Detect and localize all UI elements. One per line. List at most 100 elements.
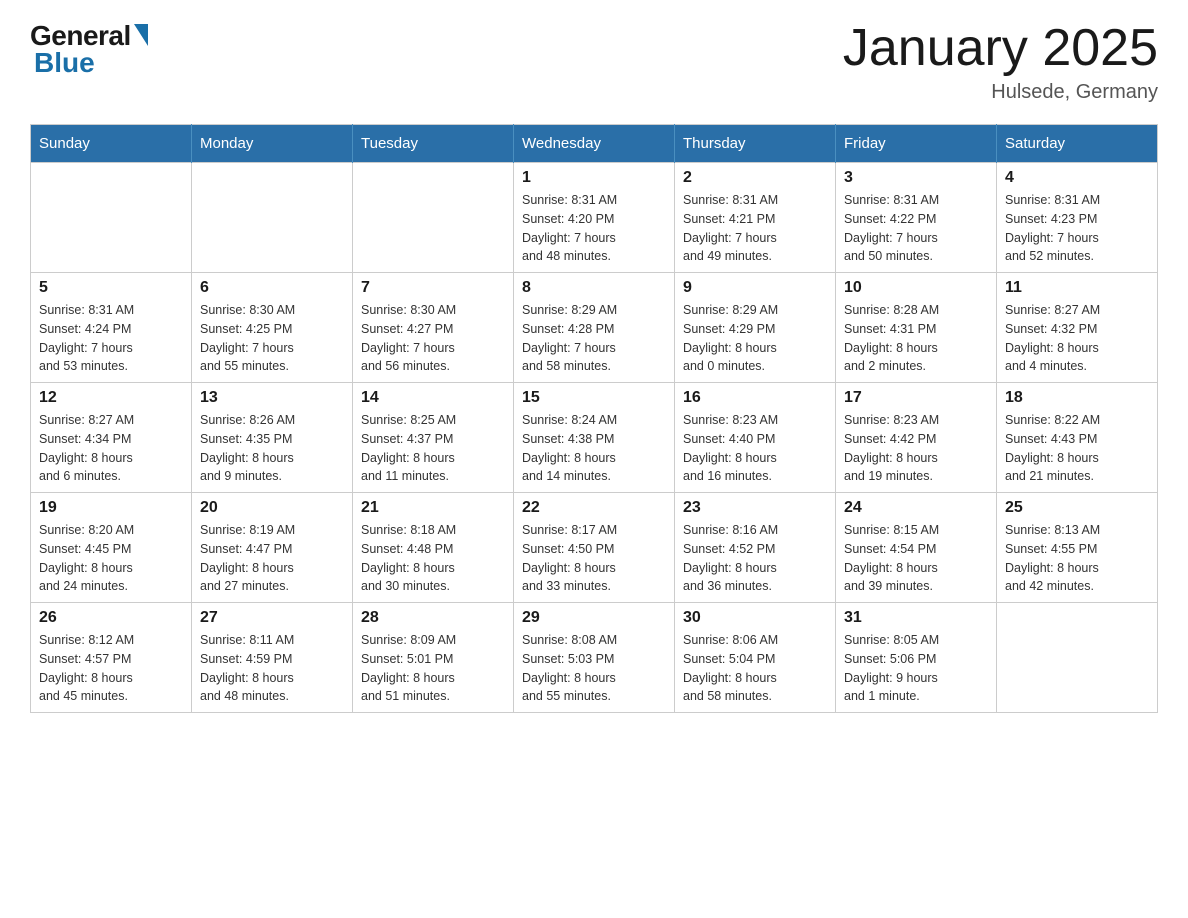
calendar-cell: 24 Sunrise: 8:15 AMSunset: 4:54 PMDayligh…	[836, 493, 997, 603]
day-number: 19	[39, 499, 183, 517]
title-section: January 2025 Hulsede, Germany	[843, 20, 1158, 104]
day-info: Sunrise: 8:23 AMSunset: 4:40 PMDaylight:…	[683, 411, 827, 486]
day-number: 3	[844, 169, 988, 187]
day-info: Sunrise: 8:31 AMSunset: 4:22 PMDaylight:…	[844, 191, 988, 266]
day-info: Sunrise: 8:09 AMSunset: 5:01 PMDaylight:…	[361, 631, 505, 706]
day-info: Sunrise: 8:19 AMSunset: 4:47 PMDaylight:…	[200, 521, 344, 596]
day-info: Sunrise: 8:16 AMSunset: 4:52 PMDaylight:…	[683, 521, 827, 596]
day-number: 24	[844, 499, 988, 517]
day-info: Sunrise: 8:31 AMSunset: 4:23 PMDaylight:…	[1005, 191, 1149, 266]
day-of-week-header: Saturday	[997, 125, 1158, 163]
calendar-cell: 28 Sunrise: 8:09 AMSunset: 5:01 PMDayligh…	[353, 603, 514, 713]
day-number: 7	[361, 279, 505, 297]
calendar-cell: 4 Sunrise: 8:31 AMSunset: 4:23 PMDaylight…	[997, 163, 1158, 273]
day-of-week-header: Tuesday	[353, 125, 514, 163]
day-info: Sunrise: 8:28 AMSunset: 4:31 PMDaylight:…	[844, 301, 988, 376]
day-number: 27	[200, 609, 344, 627]
day-number: 8	[522, 279, 666, 297]
day-info: Sunrise: 8:30 AMSunset: 4:25 PMDaylight:…	[200, 301, 344, 376]
day-number: 20	[200, 499, 344, 517]
day-info: Sunrise: 8:06 AMSunset: 5:04 PMDaylight:…	[683, 631, 827, 706]
day-number: 10	[844, 279, 988, 297]
day-number: 18	[1005, 389, 1149, 407]
calendar-cell: 17 Sunrise: 8:23 AMSunset: 4:42 PMDayligh…	[836, 383, 997, 493]
day-number: 28	[361, 609, 505, 627]
calendar-header-row: SundayMondayTuesdayWednesdayThursdayFrid…	[31, 125, 1158, 163]
day-number: 22	[522, 499, 666, 517]
month-title: January 2025	[843, 20, 1158, 77]
calendar-cell	[353, 163, 514, 273]
day-number: 6	[200, 279, 344, 297]
day-of-week-header: Sunday	[31, 125, 192, 163]
calendar-table: SundayMondayTuesdayWednesdayThursdayFrid…	[30, 124, 1158, 713]
week-row: 26 Sunrise: 8:12 AMSunset: 4:57 PMDayligh…	[31, 603, 1158, 713]
day-number: 29	[522, 609, 666, 627]
calendar-cell	[192, 163, 353, 273]
day-number: 26	[39, 609, 183, 627]
day-number: 15	[522, 389, 666, 407]
day-info: Sunrise: 8:17 AMSunset: 4:50 PMDaylight:…	[522, 521, 666, 596]
day-number: 5	[39, 279, 183, 297]
week-row: 19Sunrise: 8:20 AMSunset: 4:45 PMDayligh…	[31, 493, 1158, 603]
day-number: 12	[39, 389, 183, 407]
calendar-cell: 23 Sunrise: 8:16 AMSunset: 4:52 PMDayligh…	[675, 493, 836, 603]
day-info: Sunrise: 8:23 AMSunset: 4:42 PMDaylight:…	[844, 411, 988, 486]
calendar-cell: 26 Sunrise: 8:12 AMSunset: 4:57 PMDayligh…	[31, 603, 192, 713]
calendar-cell: 29Sunrise: 8:08 AMSunset: 5:03 PMDayligh…	[514, 603, 675, 713]
day-number: 4	[1005, 169, 1149, 187]
day-number: 1	[522, 169, 666, 187]
calendar-cell	[997, 603, 1158, 713]
day-info: Sunrise: 8:27 AMSunset: 4:34 PMDaylight:…	[39, 411, 183, 486]
day-info: Sunrise: 8:18 AMSunset: 4:48 PMDaylight:…	[361, 521, 505, 596]
day-info: Sunrise: 8:31 AMSunset: 4:21 PMDaylight:…	[683, 191, 827, 266]
calendar-cell: 13Sunrise: 8:26 AMSunset: 4:35 PMDayligh…	[192, 383, 353, 493]
calendar-cell: 2 Sunrise: 8:31 AMSunset: 4:21 PMDaylight…	[675, 163, 836, 273]
calendar-cell: 30 Sunrise: 8:06 AMSunset: 5:04 PMDayligh…	[675, 603, 836, 713]
calendar-cell: 14 Sunrise: 8:25 AMSunset: 4:37 PMDayligh…	[353, 383, 514, 493]
day-info: Sunrise: 8:31 AMSunset: 4:20 PMDaylight:…	[522, 191, 666, 266]
day-of-week-header: Thursday	[675, 125, 836, 163]
day-info: Sunrise: 8:29 AMSunset: 4:29 PMDaylight:…	[683, 301, 827, 376]
calendar-cell: 6 Sunrise: 8:30 AMSunset: 4:25 PMDaylight…	[192, 273, 353, 383]
calendar-cell: 31 Sunrise: 8:05 AMSunset: 5:06 PMDayligh…	[836, 603, 997, 713]
day-info: Sunrise: 8:12 AMSunset: 4:57 PMDaylight:…	[39, 631, 183, 706]
day-number: 23	[683, 499, 827, 517]
calendar-cell: 22 Sunrise: 8:17 AMSunset: 4:50 PMDayligh…	[514, 493, 675, 603]
day-info: Sunrise: 8:27 AMSunset: 4:32 PMDaylight:…	[1005, 301, 1149, 376]
logo-blue-text: Blue	[30, 47, 95, 79]
calendar-cell: 19Sunrise: 8:20 AMSunset: 4:45 PMDayligh…	[31, 493, 192, 603]
page-header: General Blue January 2025 Hulsede, Germa…	[30, 20, 1158, 104]
day-of-week-header: Wednesday	[514, 125, 675, 163]
day-number: 2	[683, 169, 827, 187]
day-info: Sunrise: 8:15 AMSunset: 4:54 PMDaylight:…	[844, 521, 988, 596]
calendar-cell	[31, 163, 192, 273]
day-number: 31	[844, 609, 988, 627]
day-number: 13	[200, 389, 344, 407]
day-info: Sunrise: 8:22 AMSunset: 4:43 PMDaylight:…	[1005, 411, 1149, 486]
calendar-cell: 7 Sunrise: 8:30 AMSunset: 4:27 PMDaylight…	[353, 273, 514, 383]
calendar-cell: 21 Sunrise: 8:18 AMSunset: 4:48 PMDayligh…	[353, 493, 514, 603]
day-number: 14	[361, 389, 505, 407]
calendar-cell: 20 Sunrise: 8:19 AMSunset: 4:47 PMDayligh…	[192, 493, 353, 603]
day-of-week-header: Friday	[836, 125, 997, 163]
calendar-cell: 1 Sunrise: 8:31 AMSunset: 4:20 PMDaylight…	[514, 163, 675, 273]
day-number: 9	[683, 279, 827, 297]
calendar-cell: 16 Sunrise: 8:23 AMSunset: 4:40 PMDayligh…	[675, 383, 836, 493]
day-of-week-header: Monday	[192, 125, 353, 163]
day-info: Sunrise: 8:31 AMSunset: 4:24 PMDaylight:…	[39, 301, 183, 376]
day-number: 30	[683, 609, 827, 627]
day-number: 25	[1005, 499, 1149, 517]
logo: General Blue	[30, 20, 148, 79]
day-info: Sunrise: 8:05 AMSunset: 5:06 PMDaylight:…	[844, 631, 988, 706]
day-number: 16	[683, 389, 827, 407]
day-info: Sunrise: 8:25 AMSunset: 4:37 PMDaylight:…	[361, 411, 505, 486]
week-row: 5 Sunrise: 8:31 AMSunset: 4:24 PMDaylight…	[31, 273, 1158, 383]
day-info: Sunrise: 8:13 AMSunset: 4:55 PMDaylight:…	[1005, 521, 1149, 596]
day-info: Sunrise: 8:30 AMSunset: 4:27 PMDaylight:…	[361, 301, 505, 376]
calendar-cell: 10 Sunrise: 8:28 AMSunset: 4:31 PMDayligh…	[836, 273, 997, 383]
day-info: Sunrise: 8:11 AMSunset: 4:59 PMDaylight:…	[200, 631, 344, 706]
calendar-cell: 3 Sunrise: 8:31 AMSunset: 4:22 PMDaylight…	[836, 163, 997, 273]
day-number: 21	[361, 499, 505, 517]
week-row: 12 Sunrise: 8:27 AMSunset: 4:34 PMDayligh…	[31, 383, 1158, 493]
day-number: 17	[844, 389, 988, 407]
